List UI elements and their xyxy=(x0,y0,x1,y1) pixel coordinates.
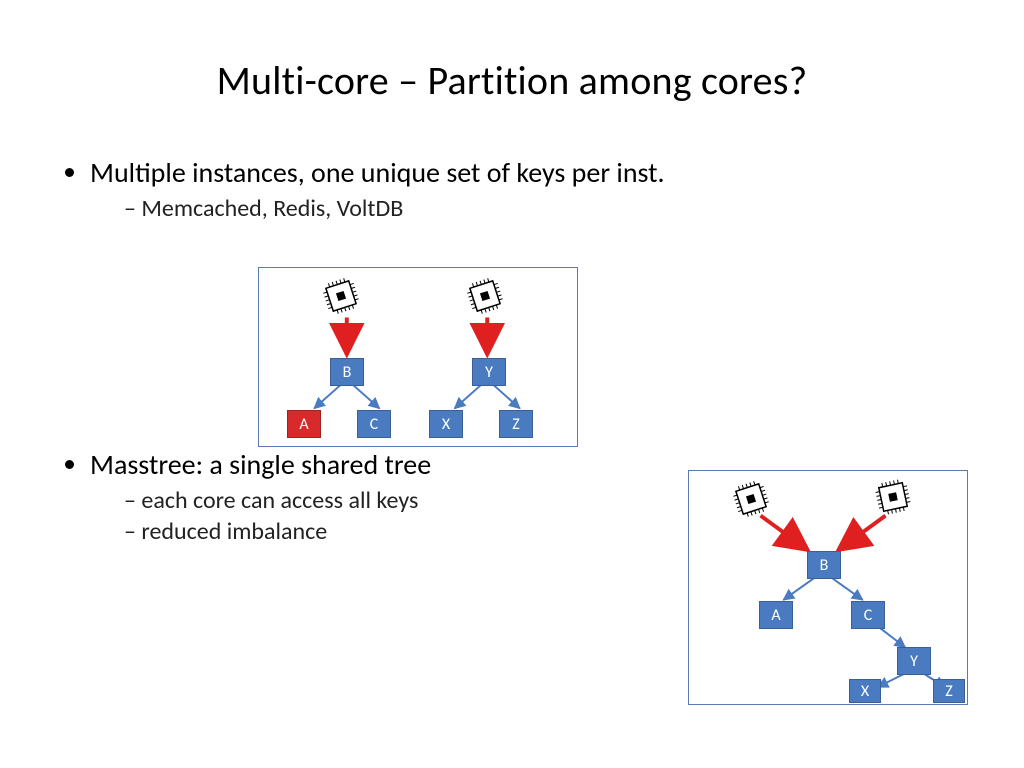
tree-node-a: A xyxy=(759,601,793,629)
slide-title: Multi-core – Partition among cores? xyxy=(60,56,964,105)
tree-node-z: Z xyxy=(933,679,965,703)
slide: Multi-core – Partition among cores? Mult… xyxy=(0,0,1024,768)
tree-node-x: X xyxy=(849,679,881,703)
tree-node-c: C xyxy=(851,601,885,629)
bullets-list: Multiple instances, one unique set of ke… xyxy=(60,155,964,223)
bullet-1-text: Multiple instances, one unique set of ke… xyxy=(90,155,665,190)
cpu-icon xyxy=(723,471,778,526)
tree-node-c: C xyxy=(357,410,391,438)
tree-node-b: B xyxy=(807,551,841,579)
bullet-2-text: Masstree: a single shared tree xyxy=(90,447,431,482)
tree-node-y: Y xyxy=(472,358,506,386)
diagram-partitioned: B A C Y X Z xyxy=(258,267,578,447)
diagram-shared-tree: B A C Y X Z xyxy=(688,470,968,705)
tree-node-y: Y xyxy=(897,647,931,675)
cpu-icon xyxy=(313,268,368,323)
cpu-icon xyxy=(867,471,919,523)
tree-node-b: B xyxy=(330,358,364,386)
tree-node-z: Z xyxy=(499,410,533,438)
bullet-1-sub: Memcached, Redis, VoltDB xyxy=(90,194,964,223)
tree-node-a-highlighted: A xyxy=(287,410,321,438)
bullet-1: Multiple instances, one unique set of ke… xyxy=(90,155,964,223)
tree-node-x: X xyxy=(429,410,463,438)
cpu-icon xyxy=(457,268,512,323)
bullet-1-sub-1: Memcached, Redis, VoltDB xyxy=(124,194,964,223)
